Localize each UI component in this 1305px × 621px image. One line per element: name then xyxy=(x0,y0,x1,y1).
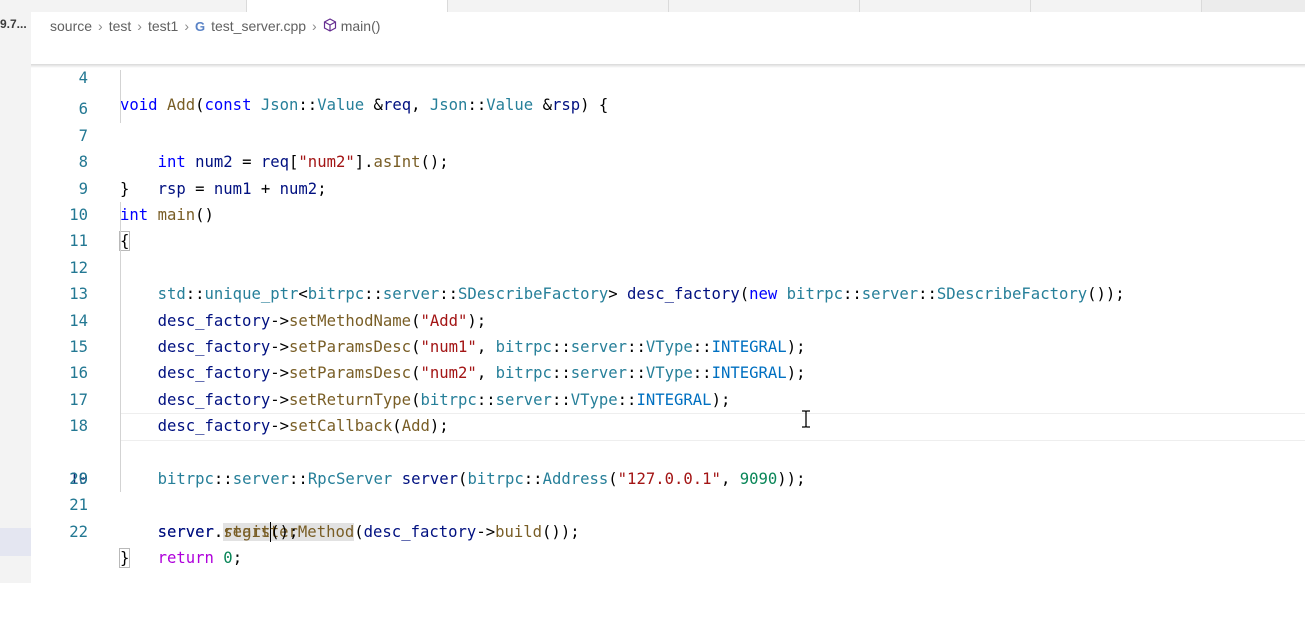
editor-tab-strip xyxy=(0,0,1305,12)
code-line[interactable]: 21 return 0; xyxy=(31,466,1305,567)
chevron-right-icon: › xyxy=(184,18,189,34)
indent-guide xyxy=(120,360,121,387)
indent-guide xyxy=(120,386,121,414)
code-line[interactable]: 14 desc_factory->setParamsDesc("num2", b… xyxy=(31,281,1305,382)
line-number: 22 xyxy=(69,522,88,541)
breadcrumb-item-symbol[interactable]: main() xyxy=(341,18,381,34)
breadcrumb-item-file[interactable]: test_server.cpp xyxy=(211,18,306,34)
breadcrumb: source › test › test1 › G test_server.cp… xyxy=(50,16,380,36)
code-line[interactable]: 11 std::unique_ptr<bitrpc::server::SDesc… xyxy=(31,202,1305,303)
indent-guide xyxy=(120,70,121,97)
chevron-right-icon: › xyxy=(137,18,142,34)
code-line[interactable]: 7 rsp = num1 + num2; xyxy=(31,96,1305,198)
code-line-current[interactable]: 19 server.registerMethod(desc_factory->b… xyxy=(31,413,1305,543)
code-line[interactable]: 8 } xyxy=(31,123,1305,197)
indent-guide xyxy=(120,439,121,466)
code-text: server.start(); xyxy=(157,522,299,541)
indent-guide xyxy=(120,413,121,440)
code-line[interactable]: 4 void Add(const Json::Value &req, Json:… xyxy=(31,39,1305,113)
current-line-highlight xyxy=(120,413,1305,442)
breadcrumb-item-test[interactable]: test xyxy=(109,18,132,34)
indent-guide xyxy=(120,307,121,334)
editor-tab[interactable] xyxy=(448,0,669,12)
editor-tab[interactable] xyxy=(31,0,247,12)
breadcrumb-item-source[interactable]: source xyxy=(50,18,92,34)
code-line[interactable]: 16 desc_factory->setCallback(Add); xyxy=(31,334,1305,435)
chevron-right-icon: › xyxy=(98,18,103,34)
symbol-method-cube-icon xyxy=(323,17,337,35)
editor-scrollbar[interactable] xyxy=(1291,76,1305,621)
breadcrumb-item-test1[interactable]: test1 xyxy=(148,18,178,34)
editor-tab[interactable] xyxy=(669,0,860,12)
code-text: } xyxy=(118,548,131,569)
indent-guide xyxy=(120,466,121,493)
side-panel: 9.7... xyxy=(0,0,31,583)
indent-guide xyxy=(120,281,121,308)
code-line[interactable]: 12 desc_factory->setMethodName("Add"); xyxy=(31,228,1305,330)
editor-tab[interactable] xyxy=(860,0,1031,12)
indent-guide xyxy=(120,96,121,123)
indent-guide xyxy=(120,202,121,229)
code-line[interactable]: 9 int main() xyxy=(31,149,1305,224)
code-line[interactable]: 15 desc_factory->setReturnType(bitrpc::s… xyxy=(31,307,1305,409)
chevron-right-icon: › xyxy=(312,18,317,34)
indent-guide xyxy=(120,228,121,255)
indent-guide xyxy=(120,334,121,361)
code-line[interactable]: 20 server.start(); xyxy=(31,439,1305,541)
code-line[interactable]: 6 int num2 = req["num2"].asInt(); xyxy=(31,70,1305,171)
editor-tab[interactable] xyxy=(1031,0,1202,12)
code-line[interactable]: 13 desc_factory->setParamsDesc("num1", b… xyxy=(31,254,1305,356)
editor-tab-active[interactable] xyxy=(247,0,448,12)
text-ibeam-cursor-icon xyxy=(802,410,810,428)
code-line[interactable]: 22 } xyxy=(31,492,1305,569)
code-text: return 0; xyxy=(157,549,243,568)
code-line[interactable]: 17 xyxy=(31,360,1305,409)
code-line[interactable]: 18 bitrpc::server::RpcServer server(bitr… xyxy=(31,386,1305,488)
code-line[interactable]: 10 { xyxy=(31,176,1305,252)
side-panel-selected-item[interactable] xyxy=(0,528,31,556)
cpp-file-icon: G xyxy=(194,18,206,34)
side-panel-label: 9.7... xyxy=(0,17,27,31)
indent-guide xyxy=(120,254,121,282)
code-editor[interactable]: 4 void Add(const Json::Value &req, Json:… xyxy=(31,38,1305,583)
